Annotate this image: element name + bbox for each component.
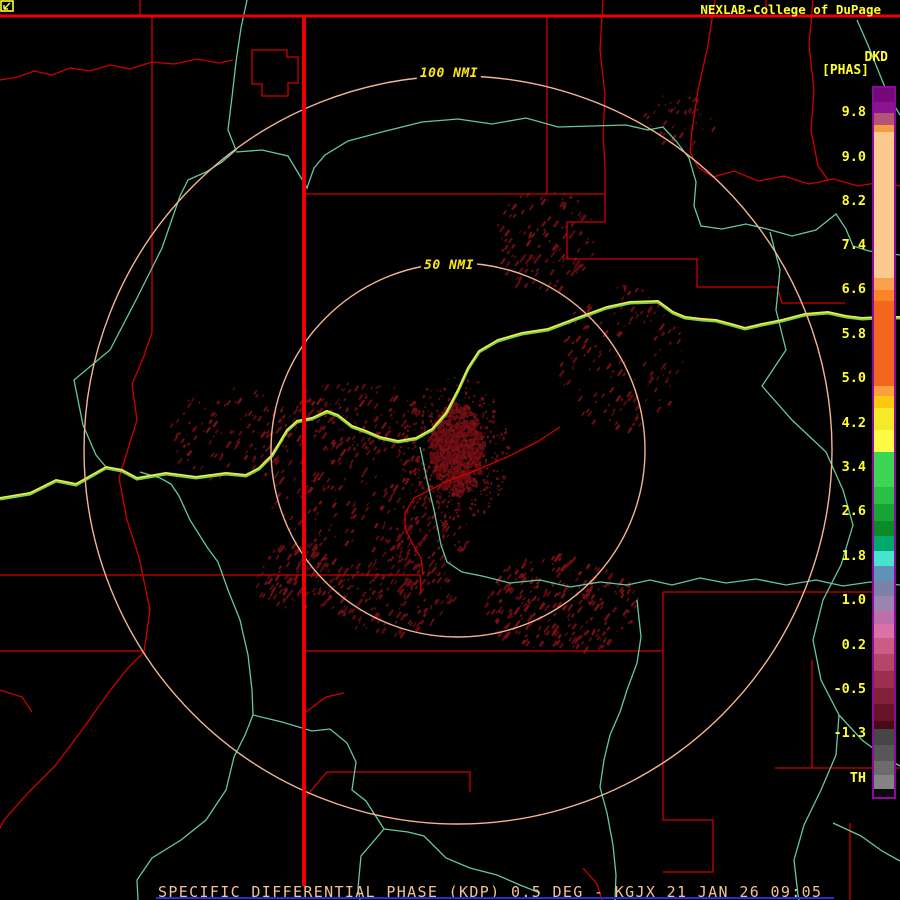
scale-label--0.5: -0.5 — [833, 681, 866, 697]
scale-label-9.0: 9.0 — [841, 149, 866, 165]
scale-label-4.2: 4.2 — [841, 415, 866, 431]
color-scale-segment — [874, 761, 894, 775]
color-scale-segment — [874, 278, 894, 290]
color-scale-segment — [874, 551, 894, 566]
range-ring-50nmi-label: 50 NMI — [421, 258, 477, 273]
scale-label-5.0: 5.0 — [841, 370, 866, 386]
color-scale-segment — [874, 301, 894, 386]
scale-label-3.4: 3.4 — [841, 459, 866, 475]
scale-label-1.8: 1.8 — [841, 548, 866, 564]
scale-label-9.8: 9.8 — [841, 104, 866, 120]
site-title: NEXLAB-College of DuPage — [700, 2, 881, 17]
color-scale-segment — [874, 789, 894, 797]
color-scale-segment — [874, 596, 894, 611]
range-ring-100nmi-label: 100 NMI — [416, 66, 482, 81]
scale-label-1.0: 1.0 — [841, 592, 866, 608]
color-scale-segment — [874, 566, 894, 581]
color-scale-segment — [874, 611, 894, 624]
color-scale-segment — [874, 386, 894, 396]
color-scale-segment — [874, 721, 894, 729]
color-scale-segment — [874, 536, 894, 551]
color-scale-segment — [874, 487, 894, 504]
scale-label-2.6: 2.6 — [841, 503, 866, 519]
color-scale-segment — [874, 638, 894, 654]
map-background — [0, 0, 900, 900]
scale-label--1.3: -1.3 — [833, 725, 866, 741]
color-scale-segment — [874, 88, 894, 102]
color-scale-segment — [874, 671, 894, 688]
color-scale-segment — [874, 452, 894, 487]
radar-display: 100 NMI 50 NMI NEXLAB-College of DuPage … — [0, 0, 900, 900]
color-scale-segment — [874, 521, 894, 536]
color-scale-segment — [874, 745, 894, 761]
color-scale-segment — [874, 290, 894, 301]
scale-label-5.8: 5.8 — [841, 326, 866, 342]
product-unit: [PHAS] — [822, 63, 869, 78]
color-scale-segment — [874, 125, 894, 132]
scale-label-0.2: 0.2 — [841, 637, 866, 653]
scale-label-8.2: 8.2 — [841, 193, 866, 209]
color-scale-segment — [874, 581, 894, 596]
frame-arrow-icon[interactable] — [0, 0, 14, 12]
radar-map[interactable] — [0, 0, 900, 900]
color-scale-segment — [874, 504, 894, 521]
color-scale-segment — [874, 775, 894, 789]
color-scale-segment — [874, 396, 894, 408]
color-scale-segment — [874, 688, 894, 704]
color-scale-segment — [874, 654, 894, 671]
color-scale-segment — [874, 102, 894, 113]
color-scale-segment — [874, 430, 894, 452]
color-scale-bar — [872, 86, 896, 799]
color-scale-segment — [874, 704, 894, 721]
footer-underline — [156, 897, 834, 900]
color-scale-segment — [874, 113, 894, 125]
scale-label-6.6: 6.6 — [841, 281, 866, 297]
color-scale-segment — [874, 132, 894, 278]
scale-label-TH: TH — [849, 770, 866, 786]
color-scale-segment — [874, 408, 894, 430]
color-scale-segment — [874, 624, 894, 638]
scale-label-7.4: 7.4 — [841, 237, 866, 253]
color-scale-segment — [874, 729, 894, 745]
